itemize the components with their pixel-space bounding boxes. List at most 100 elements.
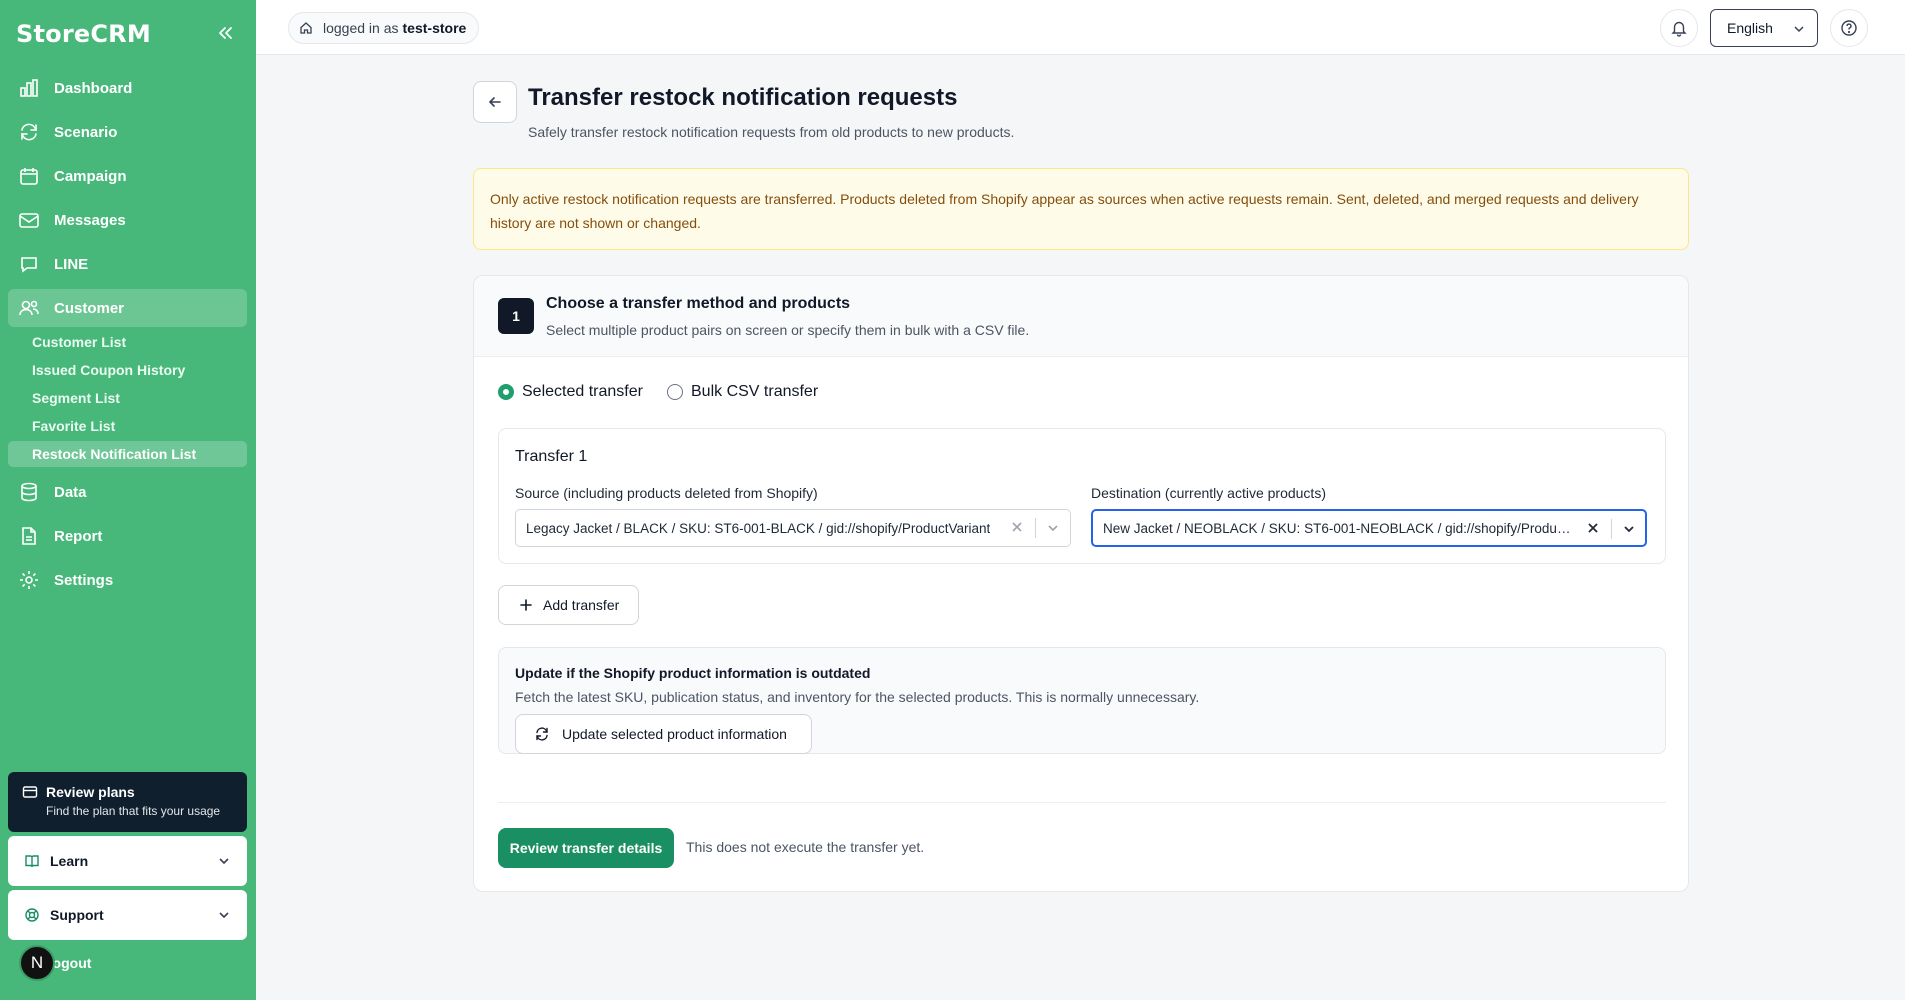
- update-product-info-button[interactable]: Update selected product information: [515, 714, 812, 754]
- review-transfer-details-button[interactable]: Review transfer details: [498, 828, 674, 868]
- book-icon: [24, 853, 40, 869]
- add-transfer-button[interactable]: Add transfer: [498, 585, 639, 625]
- chevron-down-icon: [219, 858, 229, 865]
- support-accordion[interactable]: Support: [8, 890, 247, 940]
- step-header: 1 Choose a transfer method and products …: [474, 276, 1688, 357]
- calendar-icon: [18, 165, 40, 187]
- page-subtitle: Safely transfer restock notification req…: [528, 124, 1015, 140]
- refresh-icon: [536, 727, 548, 741]
- review-plans-title: Review plans: [46, 784, 135, 800]
- sidebar-item-campaign[interactable]: Campaign: [8, 157, 247, 195]
- help-icon: [1841, 20, 1857, 36]
- sidebar: StoreCRM Dashboard Scenario Campaign Mes…: [0, 0, 256, 1000]
- clear-icon[interactable]: [1586, 521, 1600, 535]
- transfer-card: 1 Choose a transfer method and products …: [473, 275, 1689, 892]
- sidebar-item-label: Settings: [54, 571, 114, 589]
- info-notice: Only active restock notification request…: [473, 168, 1689, 250]
- sidebar-item-report[interactable]: Report: [8, 517, 247, 555]
- update-button-label: Update selected product information: [562, 726, 787, 742]
- chat-icon: [18, 253, 40, 275]
- avatar[interactable]: N: [19, 945, 55, 981]
- sidebar-subitem-restock-notification-list[interactable]: Restock Notification List: [8, 441, 247, 467]
- sidebar-subitem-segment-list[interactable]: Segment List: [8, 385, 247, 411]
- sidebar-item-label: Data: [54, 483, 87, 501]
- sidebar-subitem-customer-list[interactable]: Customer List: [8, 329, 247, 355]
- add-transfer-label: Add transfer: [543, 597, 620, 613]
- review-plans-card[interactable]: Review plans Find the plan that fits you…: [8, 772, 247, 832]
- update-title: Update if the Shopify product informatio…: [515, 665, 871, 681]
- sidebar-item-messages[interactable]: Messages: [8, 201, 247, 239]
- login-prefix: logged in as: [323, 20, 399, 36]
- users-icon: [18, 297, 40, 319]
- sidebar-subitem-issued-coupon-history[interactable]: Issued Coupon History: [8, 357, 247, 383]
- credit-card-icon: [22, 786, 38, 798]
- radio-unchecked-indicator: [667, 384, 683, 400]
- chevron-down-icon[interactable]: [1622, 522, 1636, 536]
- radio-label: Selected transfer: [522, 383, 643, 400]
- transfer-title: Transfer 1: [515, 448, 588, 465]
- step-subtitle: Select multiple product pairs on screen …: [546, 322, 1030, 338]
- transfer-row: Transfer 1 Source (including products de…: [498, 428, 1666, 564]
- sidebar-item-label: Messages: [54, 211, 126, 229]
- learn-label: Learn: [50, 853, 89, 869]
- clear-icon[interactable]: [1010, 520, 1024, 534]
- topbar: logged in as test-store English: [256, 0, 1905, 55]
- destination-value: New Jacket / NEOBLACK / SKU: ST6-001-NEO…: [1103, 520, 1573, 536]
- source-value: Legacy Jacket / BLACK / SKU: ST6-001-BLA…: [526, 520, 991, 536]
- store-name: test-store: [402, 20, 467, 36]
- radio-selected-transfer[interactable]: Selected transfer: [498, 383, 643, 401]
- database-icon: [18, 481, 40, 503]
- sidebar-item-label: Campaign: [54, 167, 127, 185]
- logged-in-indicator: logged in as test-store: [288, 12, 480, 44]
- gear-icon: [18, 569, 40, 591]
- source-select[interactable]: Legacy Jacket / BLACK / SKU: ST6-001-BLA…: [515, 509, 1071, 547]
- language-select[interactable]: English: [1710, 9, 1818, 47]
- chevron-down-icon[interactable]: [1046, 521, 1060, 535]
- sidebar-item-label: Report: [54, 527, 103, 545]
- step-title: Choose a transfer method and products: [546, 295, 851, 312]
- sidebar-item-line[interactable]: LINE: [8, 245, 247, 283]
- chart-bar-icon: [18, 77, 40, 99]
- divider: [498, 802, 1666, 803]
- home-icon: [300, 22, 312, 34]
- update-description: Fetch the latest SKU, publication status…: [515, 689, 1200, 705]
- support-icon: [24, 907, 40, 923]
- destination-label: Destination (currently active products): [1091, 485, 1326, 501]
- destination-select[interactable]: New Jacket / NEOBLACK / SKU: ST6-001-NEO…: [1091, 509, 1647, 547]
- arrow-left-icon: [488, 97, 501, 107]
- sidebar-item-label: Customer: [54, 299, 125, 317]
- review-plans-subtitle: Find the plan that fits your usage: [46, 804, 221, 818]
- collapse-sidebar-icon[interactable]: [214, 22, 236, 44]
- radio-bulk-csv-transfer[interactable]: Bulk CSV transfer: [667, 383, 818, 401]
- sidebar-item-settings[interactable]: Settings: [8, 561, 247, 599]
- language-value: English: [1727, 20, 1773, 36]
- radio-checked-indicator: [498, 384, 514, 400]
- sidebar-item-label: Scenario: [54, 123, 118, 141]
- sidebar-item-customer[interactable]: Customer: [8, 289, 247, 327]
- source-label: Source (including products deleted from …: [515, 485, 818, 501]
- page-title: Transfer restock notification requests: [528, 84, 958, 111]
- sidebar-item-label: LINE: [54, 255, 89, 273]
- sidebar-item-label: Dashboard: [54, 79, 133, 97]
- brand-logo: StoreCRM: [16, 20, 151, 48]
- file-icon: [18, 525, 40, 547]
- sidebar-item-data[interactable]: Data: [8, 473, 247, 511]
- sidebar-item-dashboard[interactable]: Dashboard: [8, 69, 247, 107]
- help-button[interactable]: [1830, 9, 1868, 47]
- radio-label: Bulk CSV transfer: [691, 383, 819, 400]
- chevron-down-icon: [1794, 26, 1804, 33]
- bell-icon: [1671, 21, 1687, 37]
- step-number-badge: 1: [498, 298, 534, 334]
- chevron-down-icon: [219, 912, 229, 919]
- mail-icon: [18, 209, 40, 231]
- refresh-icon: [18, 121, 40, 143]
- sidebar-subitem-favorite-list[interactable]: Favorite List: [8, 413, 247, 439]
- notifications-button[interactable]: [1660, 9, 1698, 47]
- plus-icon: [520, 599, 532, 611]
- review-note: This does not execute the transfer yet.: [686, 839, 925, 855]
- learn-accordion[interactable]: Learn: [8, 836, 247, 886]
- sidebar-item-scenario[interactable]: Scenario: [8, 113, 247, 151]
- update-product-info-panel: Update if the Shopify product informatio…: [498, 647, 1666, 754]
- back-button[interactable]: [473, 81, 517, 123]
- support-label: Support: [50, 907, 104, 923]
